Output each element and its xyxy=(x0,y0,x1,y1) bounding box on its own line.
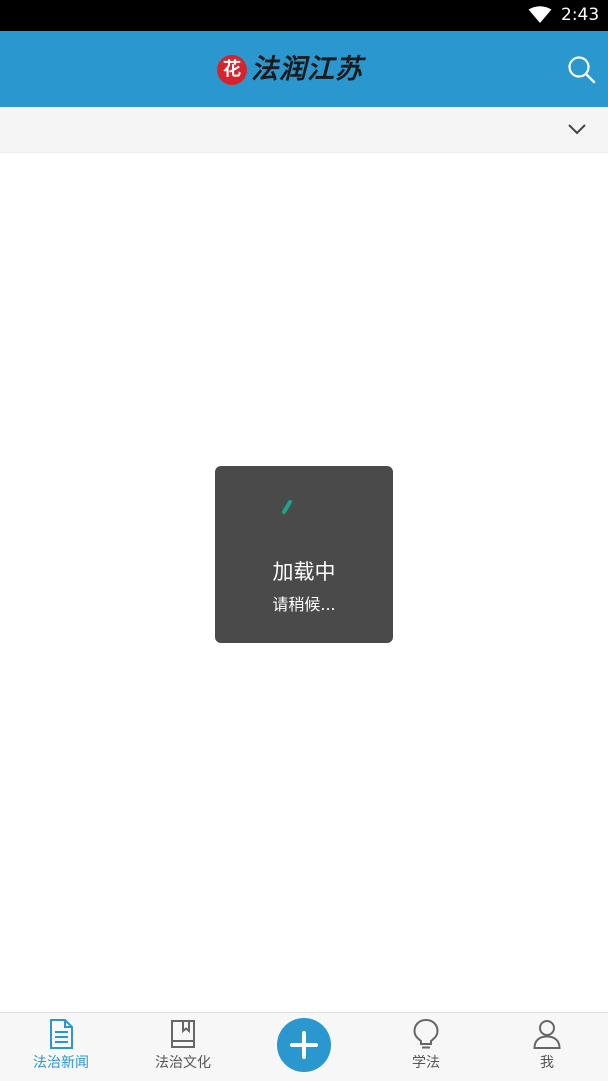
nav-label-legal-news: 法治新闻 xyxy=(33,1055,89,1071)
wifi-icon xyxy=(528,6,552,23)
plus-icon xyxy=(290,1031,318,1059)
app-logo: 花 法润江苏 xyxy=(217,51,363,89)
app-header: 花 法润江苏 xyxy=(0,31,608,107)
nav-label-study-law: 学法 xyxy=(412,1055,440,1071)
nav-label-me: 我 xyxy=(540,1055,554,1071)
document-icon xyxy=(50,1019,73,1049)
nav-item-study-law[interactable]: 学法 xyxy=(376,1013,476,1081)
nav-item-legal-culture[interactable]: 法治文化 xyxy=(133,1013,233,1081)
search-button[interactable] xyxy=(565,53,599,87)
loading-dialog: 加载中 请稍候... xyxy=(215,466,393,643)
loading-spinner-icon xyxy=(282,500,292,514)
status-time: 2:43 xyxy=(561,5,600,25)
status-bar: 2:43 xyxy=(0,0,608,31)
user-icon xyxy=(533,1020,561,1049)
category-bar xyxy=(0,107,608,153)
nav-label-legal-culture: 法治文化 xyxy=(155,1055,211,1071)
nav-item-legal-news[interactable]: 法治新闻 xyxy=(11,1013,111,1081)
search-icon xyxy=(568,56,596,84)
logo-seal: 花 xyxy=(217,55,247,85)
book-icon xyxy=(171,1020,195,1048)
add-button[interactable] xyxy=(277,1018,331,1072)
expand-categories-button[interactable] xyxy=(564,118,590,140)
logo-text: 法润江苏 xyxy=(251,54,363,85)
loading-title: 加载中 xyxy=(272,560,336,584)
chevron-down-icon xyxy=(568,124,586,135)
lightbulb-icon xyxy=(413,1018,439,1049)
loading-subtitle: 请稍候... xyxy=(272,595,336,614)
nav-item-me[interactable]: 我 xyxy=(497,1013,597,1081)
bottom-navigation: 法治新闻 法治文化 学法 我 xyxy=(0,1012,608,1081)
